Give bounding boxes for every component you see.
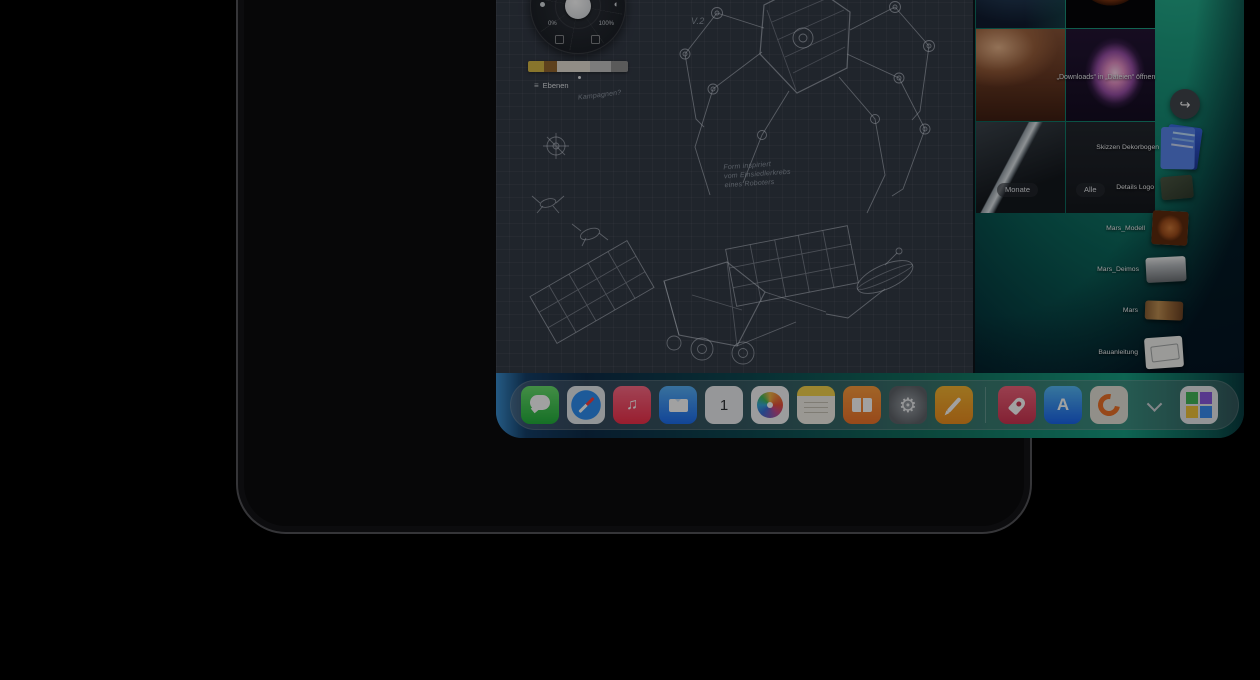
open-book-icon	[843, 386, 881, 424]
drag-item-label: Bauanleitung	[1098, 349, 1138, 356]
photo-spacecraft-thumbnail[interactable]	[976, 122, 1065, 213]
note-line: eines Roboters	[724, 178, 774, 188]
calendar-day-label: 1	[705, 386, 743, 424]
mail-envelope-icon	[659, 386, 697, 424]
ipad-device-frame: ⊞ Konzepte_Bau… ≡ 59% 90° PRO ↓ ↑ ⚙ ?	[236, 0, 1032, 534]
color-swatch[interactable]	[544, 61, 557, 72]
segment-all[interactable]: Alle	[1076, 183, 1105, 197]
dock-divider	[985, 387, 986, 423]
concepts-app-window: ⊞ Konzepte_Bau… ≡ 59% 90° PRO ↓ ↑ ⚙ ?	[496, 0, 973, 373]
color-swatch[interactable]	[611, 61, 628, 72]
drag-item-thumbnail	[1151, 210, 1189, 246]
brush-dot-icon	[540, 2, 545, 7]
handwritten-note-version: V.2	[691, 16, 704, 27]
app-icon-app-library[interactable]	[1180, 386, 1218, 424]
drag-item-mars-modell[interactable]: Mars_Modell	[1106, 211, 1188, 245]
app-icon-music[interactable]: ♫	[613, 386, 651, 424]
segment-months[interactable]: Monate	[997, 183, 1038, 197]
handwritten-note: Form inspiriert vom Einsiedlerkrebs eine…	[723, 160, 791, 191]
layers-menu-icon: ≡	[534, 82, 539, 90]
swatch-indicator-dot	[578, 76, 581, 79]
photo-nebula-thumbnail[interactable]	[976, 0, 1065, 28]
drag-item-thumbnail	[1160, 175, 1194, 201]
color-palette	[528, 61, 628, 72]
contrast-icon: ◐	[614, 0, 619, 9]
pencil-icon	[935, 386, 973, 424]
app-icon-mail[interactable]	[659, 386, 697, 424]
drawing-canvas[interactable]: auf Sonderseiten vorstellen Kommunikatio…	[496, 0, 973, 373]
app-icon-settings[interactable]: ⚙	[889, 386, 927, 424]
color-swatch[interactable]	[557, 61, 590, 72]
drag-item-mars[interactable]: Mars	[1123, 301, 1183, 320]
drag-item-skizzen[interactable]: Skizzen Dekorbogen	[1096, 126, 1200, 168]
photos-app-window: Monate Alle „Downloads“ in „Dateien“ öff…	[975, 0, 1244, 373]
appstore-a-icon: A	[1044, 386, 1082, 424]
chevron-down-icon	[1146, 396, 1162, 412]
crop-tool-icon	[591, 35, 600, 44]
color-swatch[interactable]	[528, 61, 544, 72]
app-icon-concepts[interactable]	[1090, 386, 1128, 424]
app-icon-rocket[interactable]	[998, 386, 1036, 424]
drag-item-label: Mars_Deimos	[1097, 266, 1139, 273]
opacity-min-label: 0%	[548, 21, 557, 27]
drag-item-bauanleitung[interactable]: Bauanleitung	[1098, 337, 1183, 368]
photo-mars-thumbnail[interactable]	[1066, 0, 1155, 28]
app-icon-messages[interactable]	[521, 386, 559, 424]
image-tool-icon	[555, 35, 564, 44]
app-icon-appstore[interactable]: A	[1044, 386, 1082, 424]
drag-item-label: Mars	[1123, 307, 1138, 314]
opacity-max-label: 100%	[599, 21, 614, 27]
drag-item-thumbnail	[1145, 256, 1186, 283]
app-icon-photos[interactable]	[751, 386, 789, 424]
dock: ♫ 1 ⚙	[510, 380, 1239, 430]
drag-item-thumbnail	[1144, 336, 1184, 370]
drag-item-thumbnail	[1163, 124, 1203, 170]
layers-label: Ebenen	[543, 81, 569, 90]
drag-item-details-logo[interactable]: Details Logo	[1116, 176, 1193, 199]
open-in-badge: ↪	[1170, 89, 1200, 119]
share-forward-icon: ↪	[1180, 98, 1191, 111]
app-icon-books[interactable]	[843, 386, 881, 424]
drag-item-thumbnail	[1145, 300, 1184, 320]
app-icon-drawing[interactable]	[935, 386, 973, 424]
app-icon-calendar[interactable]: 1	[705, 386, 743, 424]
drag-item-label: Details Logo	[1116, 184, 1154, 191]
drop-toast: „Downloads“ in „Dateien“ öffnen	[993, 74, 1219, 81]
tool-wheel-knob[interactable]	[565, 0, 591, 19]
drag-item-label: Skizzen Dekorbogen	[1096, 144, 1159, 151]
drag-item-mars-deimos[interactable]: Mars_Deimos	[1097, 257, 1186, 282]
rocket-icon	[998, 386, 1036, 424]
drag-item-label: Mars_Modell	[1106, 225, 1145, 232]
color-swatch[interactable]	[590, 61, 611, 72]
ipad-screen: ⊞ Konzepte_Bau… ≡ 59% 90° PRO ↓ ↑ ⚙ ?	[496, 0, 1244, 438]
dock-collapse-button[interactable]	[1142, 386, 1166, 424]
music-note-icon: ♫	[613, 386, 651, 424]
stage: ⊞ Konzepte_Bau… ≡ 59% 90° PRO ↓ ↑ ⚙ ?	[0, 0, 1260, 680]
gear-icon: ⚙	[889, 386, 927, 424]
layers-button[interactable]: ≡ Ebenen	[534, 81, 569, 90]
app-icon-notes[interactable]	[797, 386, 835, 424]
app-icon-safari[interactable]	[567, 386, 605, 424]
